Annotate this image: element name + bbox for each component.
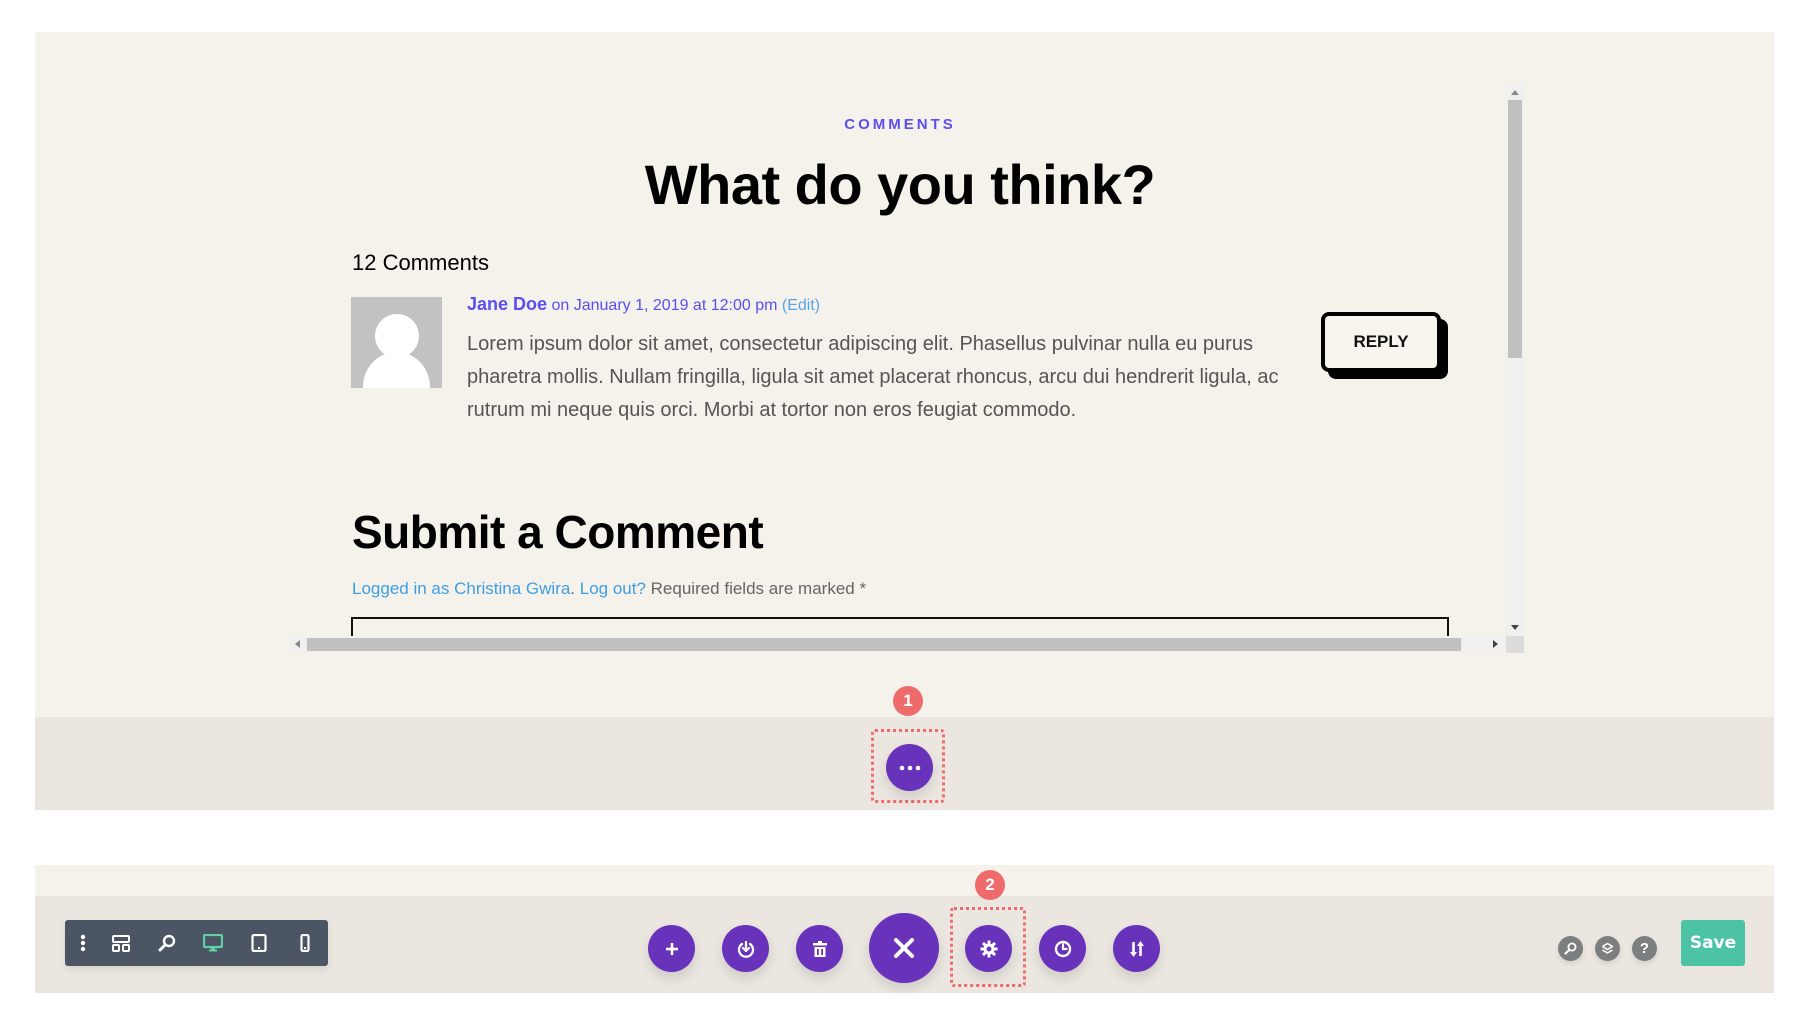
trash-icon — [812, 940, 827, 957]
sort-icon — [1129, 940, 1144, 957]
plus-icon — [665, 942, 678, 955]
comment-count: 12 Comments — [352, 250, 489, 275]
save-button[interactable]: Save — [1681, 920, 1745, 966]
scroll-right-arrow-icon[interactable] — [1493, 640, 1498, 648]
section-eyebrow: COMMENTS — [844, 116, 956, 133]
help-icon: ? — [1639, 940, 1650, 957]
more-horizontal-icon — [899, 765, 920, 770]
submit-comment-heading: Submit a Comment — [352, 506, 764, 558]
desktop-icon — [203, 934, 223, 952]
find-replace-button[interactable] — [1558, 936, 1583, 961]
section-more-button[interactable] — [886, 744, 933, 791]
logged-in-notice: Logged in as Christina Gwira. Log out? R… — [352, 579, 866, 599]
phone-icon — [300, 934, 310, 952]
sort-button[interactable] — [1113, 925, 1160, 972]
logout-link[interactable]: Log out? — [580, 579, 646, 598]
page-title: What do you think? — [644, 153, 1156, 216]
history-button[interactable] — [1039, 925, 1086, 972]
horizontal-scroll-thumb[interactable] — [307, 638, 1461, 651]
zoom-icon — [158, 934, 176, 952]
portability-button[interactable] — [722, 925, 769, 972]
comment-textarea[interactable] — [351, 617, 1449, 636]
close-icon — [894, 938, 914, 958]
view-mode-toolbar — [65, 920, 328, 966]
layers-icon — [1602, 942, 1614, 954]
scroll-down-arrow-icon[interactable] — [1511, 625, 1519, 630]
builder-bar-top — [35, 865, 1774, 896]
annotation-badge-1: 1 — [893, 686, 923, 716]
phone-view-button[interactable] — [282, 920, 328, 966]
logged-in-user-link[interactable]: Logged in as Christina Gwira — [352, 579, 570, 598]
horizontal-scrollbar[interactable] — [290, 636, 1506, 653]
delete-button[interactable] — [796, 925, 843, 972]
separator-text: . — [570, 579, 580, 598]
comment-meta: Jane Doe on January 1, 2019 at 12:00 pm … — [467, 294, 820, 315]
add-module-button[interactable] — [648, 925, 695, 972]
gear-icon — [980, 940, 997, 957]
scroll-left-arrow-icon[interactable] — [295, 640, 300, 648]
history-icon — [1054, 940, 1071, 957]
search-icon — [1564, 942, 1577, 955]
help-button[interactable]: ? — [1632, 936, 1657, 961]
comment-author-link[interactable]: Jane Doe — [467, 294, 547, 314]
scrollbar-corner — [1506, 636, 1524, 653]
layers-button[interactable] — [1595, 936, 1620, 961]
avatar-body-shape — [363, 352, 430, 388]
avatar — [351, 297, 442, 388]
wireframe-icon — [112, 934, 130, 952]
annotation-badge-2: 2 — [975, 870, 1005, 900]
desktop-view-button[interactable] — [190, 920, 236, 966]
page-settings-button[interactable] — [965, 925, 1012, 972]
tablet-view-button[interactable] — [236, 920, 282, 966]
vertical-scroll-thumb[interactable] — [1508, 100, 1522, 358]
close-builder-button[interactable] — [869, 913, 939, 983]
vertical-scrollbar[interactable] — [1506, 84, 1524, 642]
tablet-icon — [251, 934, 267, 952]
comment-edit-link[interactable]: (Edit) — [782, 297, 820, 314]
comment-body: Lorem ipsum dolor sit amet, consectetur … — [467, 333, 1279, 421]
zoom-view-button[interactable] — [144, 920, 190, 966]
reply-button[interactable]: REPLY — [1321, 312, 1441, 372]
more-vertical-icon — [80, 934, 86, 952]
scroll-up-arrow-icon[interactable] — [1511, 90, 1519, 95]
comment-date[interactable]: on January 1, 2019 at 12:00 pm — [547, 297, 782, 314]
portability-icon — [737, 940, 754, 958]
toolbar-menu-button[interactable] — [68, 920, 98, 966]
required-fields-text: Required fields are marked * — [645, 579, 867, 598]
wireframe-view-button[interactable] — [98, 920, 144, 966]
